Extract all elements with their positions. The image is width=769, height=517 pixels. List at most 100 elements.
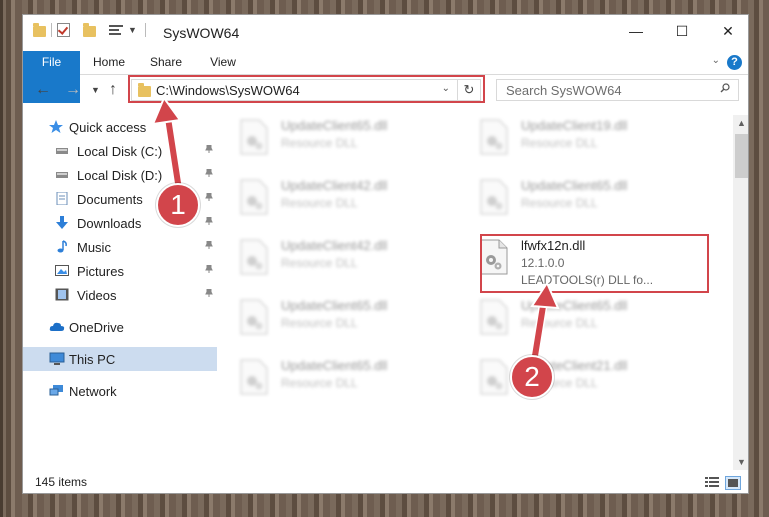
vertical-scrollbar[interactable]: ▲ ▼: [733, 115, 748, 470]
list-item[interactable]: UpdateClient42.dll Resource DLL: [233, 235, 463, 287]
close-button[interactable]: ✕: [705, 15, 748, 47]
sidebar-item-this-pc[interactable]: This PC: [23, 347, 217, 371]
music-icon: [57, 240, 67, 253]
new-folder-icon[interactable]: [83, 23, 96, 37]
file-name: UpdateClient42.dll: [281, 178, 388, 193]
search-input[interactable]: Search SysWOW64: [496, 79, 739, 101]
ribbon-tabs: File Home Share View ⌄ ?: [23, 51, 748, 103]
file-description: Resource DLL: [281, 136, 358, 150]
pin-icon[interactable]: [205, 289, 213, 297]
file-name: UpdateClient65.dll: [281, 358, 388, 373]
dll-file-icon: [480, 119, 508, 155]
expand-ribbon-chevron-icon[interactable]: ⌄: [712, 55, 720, 66]
file-name: UpdateClient65.dll: [281, 298, 388, 313]
pin-icon[interactable]: [205, 217, 213, 225]
pictures-icon: [55, 265, 69, 276]
sidebar-item-label: OneDrive: [69, 320, 124, 335]
sidebar-item-label: This PC: [69, 352, 116, 367]
list-item[interactable]: UpdateClient65.dll Resource DLL: [473, 295, 703, 347]
title-bar: ▼ SysWOW64 — ☐ ✕: [23, 15, 748, 51]
callout-badge-1: 1: [156, 183, 200, 227]
drive-icon: [56, 172, 68, 178]
forward-arrow-icon[interactable]: →: [65, 81, 81, 99]
list-item[interactable]: UpdateClient65.dll Resource DLL: [233, 355, 463, 407]
sidebar-item-label: Music: [77, 240, 111, 255]
minimize-button[interactable]: —: [613, 15, 659, 47]
file-name: UpdateClient65.dll: [521, 178, 628, 193]
tab-share[interactable]: Share: [138, 51, 194, 74]
recent-locations-chevron-icon[interactable]: ▼: [91, 85, 100, 95]
file-name: UpdateClient65.dll: [281, 118, 388, 133]
list-item[interactable]: UpdateClient65.dll Resource DLL: [233, 115, 463, 167]
cloud-icon: [49, 322, 65, 331]
star-icon: [49, 120, 63, 133]
properties-check-icon[interactable]: [57, 23, 70, 37]
dll-file-icon: [480, 299, 508, 335]
divider: [51, 23, 52, 37]
callout-badge-2: 2: [510, 355, 554, 399]
file-description: Resource DLL: [281, 316, 358, 330]
dll-file-icon: [240, 239, 268, 275]
pin-icon[interactable]: [205, 145, 213, 153]
pin-icon[interactable]: [205, 169, 213, 177]
drive-icon: [56, 148, 68, 154]
scroll-down-arrow-icon[interactable]: ▼: [733, 454, 748, 470]
dll-file-icon: [240, 179, 268, 215]
navigation-bar: ← → ▼ ↑ C:\Windows\SysWOW64 ⌄ ↻ Search S…: [23, 75, 748, 107]
divider: [144, 23, 146, 37]
back-arrow-icon[interactable]: ←: [35, 81, 51, 99]
list-item[interactable]: UpdateClient21.dll Resource DLL: [473, 355, 703, 407]
list-item[interactable]: UpdateClient65.dll Resource DLL: [233, 295, 463, 347]
search-placeholder: Search SysWOW64: [506, 83, 622, 98]
file-description: Resource DLL: [521, 196, 598, 210]
list-item[interactable]: UpdateClient65.dll Resource DLL: [473, 175, 703, 227]
list-item[interactable]: UpdateClient42.dll Resource DLL: [233, 175, 463, 227]
large-icons-view-icon[interactable]: [725, 476, 741, 490]
sidebar-item-label: Videos: [77, 288, 117, 303]
file-description: Resource DLL: [281, 256, 358, 270]
details-view-icon[interactable]: [705, 476, 719, 488]
download-icon: [56, 216, 68, 229]
pin-icon[interactable]: [205, 241, 213, 249]
chevron-down-icon[interactable]: ▼: [128, 25, 137, 35]
dll-file-icon: [240, 299, 268, 335]
file-description: Resource DLL: [281, 376, 358, 390]
sidebar-item-label: Network: [69, 384, 117, 399]
folder-icon: [33, 23, 46, 37]
maximize-button[interactable]: ☐: [659, 15, 705, 47]
file-description: Resource DLL: [521, 136, 598, 150]
file-name: UpdateClient19.dll: [521, 118, 628, 133]
sidebar-item-label: Pictures: [77, 264, 124, 279]
search-icon[interactable]: [720, 83, 730, 93]
item-count: 145 items: [35, 475, 88, 489]
network-icon: [49, 385, 63, 396]
sidebar-item-label: Quick access: [69, 120, 147, 135]
pin-icon[interactable]: [205, 193, 213, 201]
tab-home[interactable]: Home: [80, 51, 138, 74]
sidebar-item-label: Downloads: [77, 216, 142, 231]
sidebar-item-videos[interactable]: Videos: [23, 283, 217, 307]
scrollbar-thumb[interactable]: [735, 134, 748, 178]
sidebar-item-music[interactable]: Music: [23, 235, 217, 259]
computer-icon: [49, 352, 65, 365]
sidebar-item-label: Documents: [77, 192, 143, 207]
dll-file-icon: [240, 359, 268, 395]
customize-icon[interactable]: [109, 24, 123, 36]
pin-icon[interactable]: [205, 265, 213, 273]
dll-file-icon: [480, 359, 508, 395]
file-description: Resource DLL: [281, 196, 358, 210]
scroll-up-arrow-icon[interactable]: ▲: [733, 115, 748, 131]
dll-file-icon: [240, 119, 268, 155]
sidebar-item-onedrive[interactable]: OneDrive: [23, 315, 217, 339]
sidebar-item-pictures[interactable]: Pictures: [23, 259, 217, 283]
tab-view[interactable]: View: [194, 51, 252, 74]
list-item[interactable]: UpdateClient19.dll Resource DLL: [473, 115, 703, 167]
window-title: SysWOW64: [163, 25, 240, 41]
file-name: UpdateClient42.dll: [281, 238, 388, 253]
file-highlight-box: [480, 234, 709, 293]
quick-access-toolbar: ▼: [33, 23, 151, 37]
help-button[interactable]: ?: [727, 55, 742, 70]
sidebar-item-network[interactable]: Network: [23, 379, 217, 403]
up-arrow-icon[interactable]: ↑: [109, 81, 117, 99]
dll-file-icon: [480, 179, 508, 215]
